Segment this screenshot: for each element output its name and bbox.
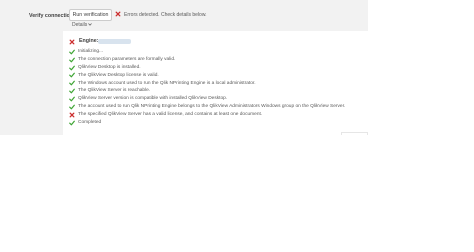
details-toggle[interactable]: Details: [72, 22, 93, 28]
check-text: The specified QlikView Server has a vali…: [78, 112, 263, 118]
check-text: The QlikView Desktop license is valid.: [78, 72, 159, 78]
check-text: QlikView Desktop is installed.: [78, 64, 141, 70]
close-icon: [69, 112, 75, 118]
check-icon: [69, 49, 75, 55]
chevron-down-icon: [88, 23, 93, 26]
check-text: The account used to run Qlik NPrinting E…: [78, 104, 346, 110]
check-text: Completed: [78, 120, 102, 126]
run-verification-button[interactable]: Run verification: [69, 9, 112, 21]
verify-connection-label: Verify connection: [29, 13, 74, 19]
close-icon: [69, 39, 75, 44]
engine-label: Engine:: [79, 38, 99, 44]
check-text: QlikView Server version is compatible wi…: [78, 96, 228, 102]
engine-name-redacted: [98, 39, 131, 44]
check-icon: [69, 65, 75, 70]
check-icon: [69, 120, 75, 126]
check-text: The Windows account used to run the Qlik…: [78, 80, 256, 86]
verification-status-text: Errors detected. Check details below.: [124, 12, 207, 18]
panel-edge-control: [341, 132, 368, 135]
check-text: The connection parameters are formally v…: [78, 56, 176, 62]
check-icon: [69, 96, 75, 102]
check-text: Initializing...: [78, 49, 104, 54]
check-icon: [69, 80, 75, 86]
check-icon: [69, 104, 75, 110]
check-icon: [69, 73, 75, 78]
error-status-icon: [115, 11, 121, 17]
check-icon: [69, 88, 75, 94]
check-icon: [69, 57, 75, 63]
details-label: Details: [72, 22, 88, 28]
check-text: The QlikView Server is reachable.: [78, 88, 151, 94]
